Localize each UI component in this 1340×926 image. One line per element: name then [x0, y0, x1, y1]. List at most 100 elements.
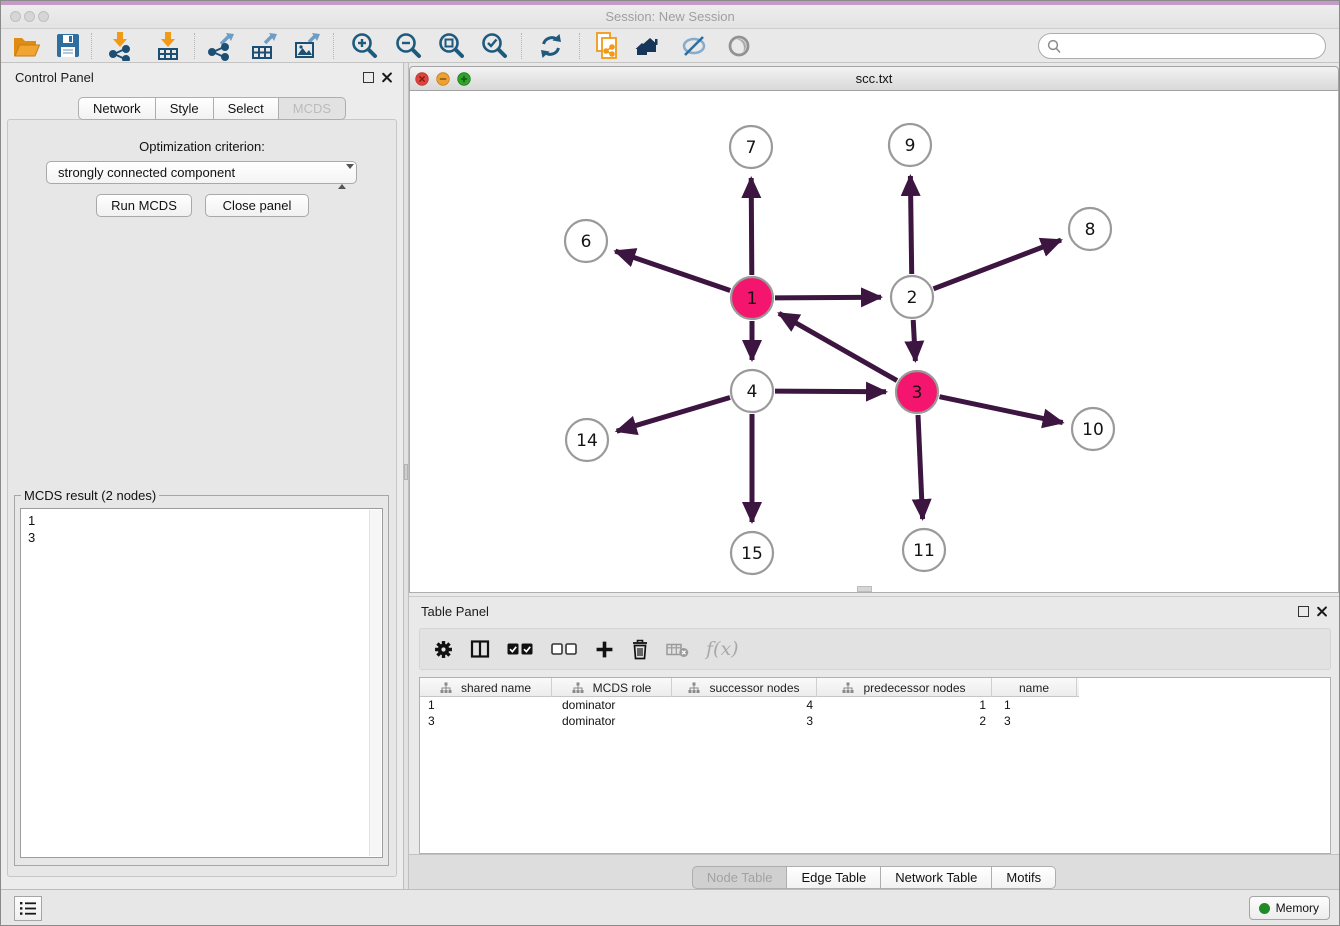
zoom-out-icon — [393, 31, 423, 61]
import-network-icon — [105, 31, 135, 61]
network-window-title: scc.txt — [410, 71, 1338, 86]
tab-network[interactable]: Network — [78, 97, 156, 120]
graph-edge-4-3[interactable] — [775, 391, 886, 392]
new-network-button[interactable] — [592, 31, 622, 61]
column-header-predecessor-nodes[interactable]: predecessor nodes — [817, 678, 992, 697]
refresh-icon — [536, 31, 566, 61]
show-columns-button[interactable] — [470, 639, 490, 659]
tab-style[interactable]: Style — [156, 97, 214, 120]
network-graph: 7968124314101511 — [410, 91, 1340, 591]
table-panel-close-icon[interactable] — [1315, 605, 1328, 618]
tab-select[interactable]: Select — [214, 97, 279, 120]
table-cell[interactable]: 1 — [817, 697, 992, 713]
save-session-button[interactable] — [53, 31, 83, 61]
table-panel-title: Table Panel — [421, 604, 489, 619]
delete-table-button[interactable] — [666, 641, 689, 658]
import-network-button[interactable] — [105, 31, 135, 61]
zoom-out-button[interactable] — [393, 31, 423, 61]
toggle-graphics-details-button[interactable] — [679, 31, 709, 61]
graph-node-label: 15 — [741, 544, 763, 564]
graph-edge-3-11[interactable] — [918, 415, 923, 519]
columns-icon — [470, 639, 490, 659]
table-cell[interactable]: 3 — [672, 713, 817, 729]
network-canvas[interactable]: 7968124314101511 — [409, 91, 1339, 593]
memory-indicator-icon — [1259, 903, 1270, 914]
deselect-all-button[interactable] — [551, 642, 578, 656]
tab-mcds[interactable]: MCDS — [279, 97, 346, 120]
toolbar-separator — [91, 33, 92, 59]
toolbar-separator — [194, 33, 195, 59]
zoom-selected-icon — [479, 31, 509, 61]
zoom-in-button[interactable] — [349, 31, 379, 61]
task-history-button[interactable] — [14, 896, 42, 921]
splitter-grip[interactable] — [404, 464, 408, 480]
result-scrollbar[interactable] — [369, 510, 381, 856]
tab-node-table[interactable]: Node Table — [692, 866, 788, 889]
column-type-icon — [572, 682, 584, 694]
control-panel-tabs: Network Style Select MCDS — [78, 97, 346, 120]
table-cell[interactable]: 3 — [420, 713, 552, 729]
tab-network-table[interactable]: Network Table — [881, 866, 992, 889]
export-table-button[interactable] — [249, 31, 279, 61]
optimization-criterion-select[interactable]: strongly connected component — [46, 161, 357, 184]
run-mcds-button[interactable]: Run MCDS — [96, 194, 192, 217]
function-builder-button[interactable]: f(x) — [706, 638, 739, 660]
zoom-selected-button[interactable] — [479, 31, 509, 61]
tab-edge-table[interactable]: Edge Table — [787, 866, 881, 889]
table-panel: Table Panel — [409, 596, 1339, 889]
table-panel-float-button[interactable] — [1298, 606, 1309, 617]
graph-edge-1-6[interactable] — [615, 251, 730, 290]
table-cell[interactable]: 3 — [992, 713, 1077, 729]
select-all-button[interactable] — [507, 642, 534, 656]
eye-icon — [724, 31, 754, 61]
table-row[interactable]: 3dominator323 — [420, 713, 1330, 729]
status-bar: Memory — [1, 889, 1339, 925]
memory-button[interactable]: Memory — [1249, 896, 1330, 920]
column-header-name[interactable]: name — [992, 678, 1077, 697]
table-cell[interactable]: dominator — [552, 713, 672, 729]
table-cell[interactable]: 1 — [992, 697, 1077, 713]
export-image-button[interactable] — [292, 31, 322, 61]
show-networks-button[interactable] — [635, 31, 665, 61]
control-panel-float-button[interactable] — [363, 72, 374, 83]
delete-column-button[interactable] — [631, 639, 649, 660]
table-row[interactable]: 1dominator411 — [420, 697, 1330, 713]
table-body: 1dominator4113dominator323 — [420, 697, 1330, 729]
mcds-result-list[interactable]: 1 3 — [20, 508, 383, 858]
graph-node-label: 8 — [1085, 220, 1096, 240]
graph-edge-2-8[interactable] — [934, 240, 1062, 289]
application-window: Session: New Session — [0, 0, 1340, 926]
graph-edge-4-14[interactable] — [617, 398, 730, 432]
panel-splitter-horizontal[interactable] — [857, 586, 872, 592]
control-panel-close-icon[interactable] — [380, 71, 393, 84]
tab-motifs[interactable]: Motifs — [992, 866, 1056, 889]
close-panel-button[interactable]: Close panel — [205, 194, 309, 217]
zoom-fit-button[interactable] — [436, 31, 466, 61]
search-input[interactable] — [1065, 35, 1317, 57]
graph-node-label: 3 — [912, 383, 923, 403]
open-session-button[interactable] — [11, 31, 41, 61]
birds-eye-view-button[interactable] — [724, 31, 754, 61]
graph-edge-1-7[interactable] — [751, 178, 752, 275]
table-cell[interactable]: 1 — [420, 697, 552, 713]
column-header-successor-nodes[interactable]: successor nodes — [672, 678, 817, 697]
graph-edge-2-9[interactable] — [910, 176, 911, 274]
column-header-shared-name[interactable]: shared name — [420, 678, 552, 697]
graph-edge-2-3[interactable] — [913, 320, 915, 361]
apply-layout-button[interactable] — [536, 31, 566, 61]
export-network-icon — [206, 31, 236, 61]
graph-edge-3-1[interactable] — [779, 313, 897, 380]
table-cell[interactable]: 4 — [672, 697, 817, 713]
graph-edge-1-2[interactable] — [775, 297, 881, 298]
table-cell[interactable]: dominator — [552, 697, 672, 713]
delete-table-icon — [666, 641, 689, 658]
table-settings-button[interactable] — [434, 640, 453, 659]
graph-edge-3-10[interactable] — [940, 397, 1063, 423]
column-header-mcds-role[interactable]: MCDS role — [552, 678, 672, 697]
create-column-button[interactable] — [595, 640, 614, 659]
export-network-button[interactable] — [206, 31, 236, 61]
trash-icon — [631, 639, 649, 660]
column-label: MCDS role — [593, 681, 652, 695]
import-table-button[interactable] — [153, 31, 183, 61]
table-cell[interactable]: 2 — [817, 713, 992, 729]
